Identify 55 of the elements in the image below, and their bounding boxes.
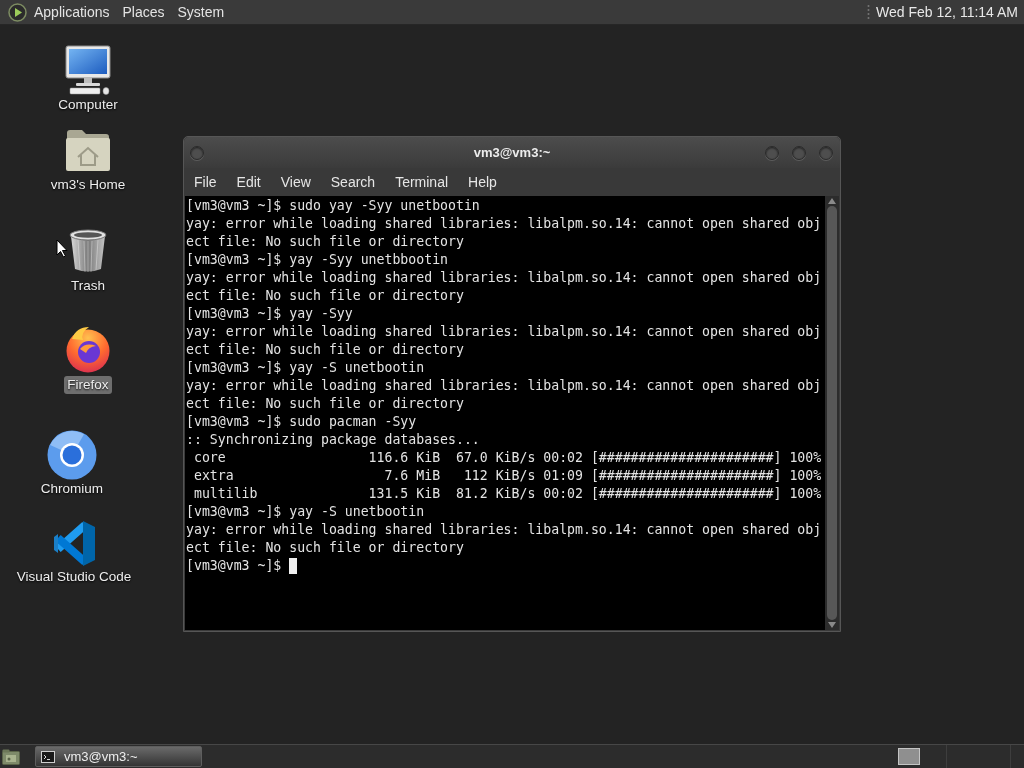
home-folder-icon[interactable]: [65, 128, 111, 172]
terminal-icon: [41, 750, 55, 763]
terminal-line: [vm3@vm3 ~]$ yay -Syy: [186, 305, 353, 323]
terminal-line: ect file: No such file or directory: [186, 539, 464, 557]
menu-item[interactable]: Terminal: [385, 168, 459, 196]
desktop-icon-label[interactable]: Trash: [68, 277, 108, 295]
scroll-up-arrow-icon[interactable]: [828, 198, 836, 204]
terminal-line: multilib 131.5 KiB 81.2 KiB/s 00:02 [######################] 100%: [192, 485, 822, 503]
scrollbar[interactable]: [825, 196, 839, 630]
menu-item[interactable]: Search: [320, 168, 386, 196]
mouse-pointer-icon: [56, 239, 68, 258]
distro-logo-icon[interactable]: [8, 2, 27, 22]
panel-handle-icon: [867, 4, 871, 20]
panel-menu[interactable]: Applications: [29, 0, 115, 24]
terminal-line: [vm3@vm3 ~]$ sudo pacman -Syy: [186, 413, 417, 431]
desktop-icon-label[interactable]: Firefox: [64, 376, 112, 394]
menu-item[interactable]: Edit: [226, 168, 271, 196]
vscode-icon[interactable]: [52, 520, 96, 567]
panel-menu[interactable]: Places: [117, 0, 170, 24]
panel-menu[interactable]: System: [172, 0, 230, 24]
trash-icon[interactable]: [68, 229, 108, 274]
terminal-line: yay: error while loading shared libraries: libalpm.so.14: cannot open shared obj: [186, 215, 822, 233]
desktop-icon-label[interactable]: vm3's Home: [47, 176, 129, 194]
terminal-line: yay: error while loading shared libraries: libalpm.so.14: cannot open shared obj: [186, 323, 822, 341]
scrollbar-thumb[interactable]: [827, 206, 837, 620]
show-desktop-icon[interactable]: [2, 748, 20, 765]
menu-item[interactable]: File: [184, 168, 227, 196]
terminal-line: [vm3@vm3 ~]$ sudo yay -Syy unetbootin: [186, 197, 480, 215]
terminal-line: ect file: No such file or directory: [186, 341, 464, 359]
terminal-line: :: Synchronizing package databases...: [186, 431, 480, 449]
terminal-line: yay: error while loading shared libraries: libalpm.so.14: cannot open shared obj: [186, 377, 822, 395]
terminal-line: [vm3@vm3 ~]$ yay -S unetbootin: [186, 359, 425, 377]
terminal-line: [vm3@vm3 ~]$: [186, 557, 282, 575]
workspace-switcher[interactable]: [898, 748, 920, 765]
menu-item[interactable]: View: [270, 168, 321, 196]
terminal-line: core 116.6 KiB 67.0 KiB/s 00:02 [######################] 100%: [192, 449, 822, 467]
scroll-down-arrow-icon[interactable]: [828, 622, 836, 628]
terminal-line: extra 7.6 MiB 112 KiB/s 01:09 [######################] 100%: [192, 467, 822, 485]
terminal-line: yay: error while loading shared libraries: libalpm.so.14: cannot open shared obj: [186, 269, 822, 287]
chromium-icon[interactable]: [47, 430, 97, 480]
desktop-icon-label[interactable]: Visual Studio Code: [13, 568, 135, 586]
terminal-line: [vm3@vm3 ~]$ yay -S unetbootin: [186, 503, 425, 521]
terminal-line: [vm3@vm3 ~]$ yay -Syy unetbbootin: [186, 251, 448, 269]
window-title: vm3@vm3:~: [472, 143, 552, 162]
menu-item[interactable]: Help: [458, 168, 507, 196]
clock[interactable]: Wed Feb 12, 11:14 AM: [874, 0, 1020, 24]
task-button[interactable]: vm3@vm3:~: [35, 746, 202, 767]
terminal-line: ect file: No such file or directory: [186, 233, 464, 251]
terminal-line: ect file: No such file or directory: [186, 287, 464, 305]
desktop-icon-label[interactable]: Chromium: [37, 480, 107, 498]
terminal-line: ect file: No such file or directory: [186, 395, 464, 413]
firefox-icon[interactable]: [64, 325, 112, 373]
terminal-line: yay: error while loading shared libraries: libalpm.so.14: cannot open shared obj: [186, 521, 822, 539]
computer-icon[interactable]: [64, 45, 112, 95]
desktop-icon-label[interactable]: Computer: [55, 96, 121, 114]
